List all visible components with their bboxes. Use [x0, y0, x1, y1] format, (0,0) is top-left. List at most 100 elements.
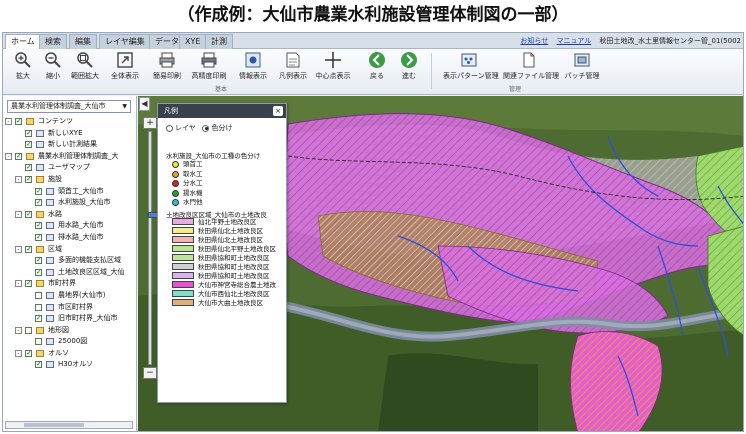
screen: （作成例：大仙市農業水利施設管理体制図の一部） ホーム 検索 編集 レイヤ編集 …	[0, 0, 746, 434]
tree-expander[interactable]: -	[15, 175, 22, 183]
scrollbar-thumb[interactable]	[24, 423, 84, 427]
info-display-button[interactable]: 情報表示	[235, 51, 271, 83]
tree-node[interactable]: 新しい計測結果	[5, 139, 135, 151]
layer-checkbox[interactable]	[15, 116, 22, 128]
chevron-down-icon: ▼	[122, 103, 127, 110]
tree-node[interactable]: 土地改良区区域_大仙	[5, 267, 135, 278]
tree-node[interactable]: - オルソ	[5, 348, 135, 359]
tree-expander[interactable]: -	[5, 152, 12, 160]
manual-link[interactable]: マニュアル	[557, 37, 592, 45]
layer-checkbox[interactable]	[35, 313, 42, 325]
legend-display-button[interactable]: 凡例表示	[275, 51, 311, 83]
tree-node[interactable]: - コンテンツ	[5, 116, 135, 128]
layer-checkbox[interactable]	[15, 151, 22, 162]
tree-node[interactable]: 排水路_大仙市	[5, 232, 135, 244]
tree-expander[interactable]: -	[15, 280, 22, 288]
back-button[interactable]: 戻る	[359, 51, 395, 83]
tree-node[interactable]: - 市町村界	[5, 278, 135, 290]
tree-node[interactable]: 農地界(大仙市)	[5, 290, 135, 302]
layer-checkbox[interactable]	[25, 278, 32, 290]
display-pattern-button[interactable]: 表示パターン管理	[443, 51, 499, 83]
layer-checkbox[interactable]	[25, 209, 32, 220]
radio-layer[interactable]	[166, 124, 173, 132]
zoom-area-icon	[77, 52, 93, 68]
layer-checkbox[interactable]	[35, 197, 42, 209]
zoom-in-icon	[15, 52, 31, 68]
tab-search[interactable]: 検索	[39, 34, 67, 49]
layer-checkbox[interactable]	[25, 244, 32, 255]
panel-collapse-button[interactable]: ◀	[139, 97, 150, 111]
tree-node[interactable]: H30オルソ	[5, 359, 135, 371]
legend-icon	[286, 52, 300, 68]
tree-node[interactable]: - 水路	[5, 209, 135, 220]
printer-icon	[159, 52, 175, 68]
project-select[interactable]: 農業水利管理体制調査_大仙市 ▼	[7, 100, 131, 113]
layer-icon	[46, 291, 54, 299]
zoom-area-button[interactable]: 範囲拡大	[67, 51, 103, 83]
layer-checkbox[interactable]	[35, 291, 42, 299]
tree-node[interactable]: 旧市町村界_大仙市	[5, 313, 135, 325]
folder-icon	[36, 326, 44, 334]
layer-checkbox[interactable]	[35, 303, 42, 311]
back-arrow-icon	[369, 52, 385, 68]
layer-checkbox[interactable]	[25, 348, 32, 359]
layer-checkbox[interactable]	[35, 255, 42, 267]
layer-checkbox[interactable]	[35, 232, 42, 244]
zoom-slider[interactable]: + −	[143, 117, 162, 379]
tree-node[interactable]: 25000図	[5, 336, 135, 348]
forward-button[interactable]: 進む	[391, 51, 427, 83]
tree-node-label: 新しい計測結果	[48, 140, 97, 149]
layer-checkbox[interactable]	[35, 338, 42, 346]
tree-node[interactable]: 水利施設_大仙市	[5, 197, 135, 209]
tree-expander[interactable]: -	[15, 245, 22, 253]
zoom-track[interactable]	[148, 131, 162, 365]
notice-link[interactable]: お知らせ	[520, 37, 548, 45]
zoom-minus-button[interactable]: −	[143, 367, 157, 379]
tree-expander[interactable]: -	[5, 118, 12, 125]
gis-app-window: ホーム 検索 編集 レイヤ編集 データ XYE 計測 お知らせ マニュアル 秋田…	[2, 32, 744, 432]
radio-color[interactable]	[202, 124, 210, 132]
tree-node[interactable]: 多面的機能支払区域	[5, 255, 135, 267]
layer-checkbox[interactable]	[25, 326, 32, 334]
hq-print-button[interactable]: 高精度印刷	[191, 51, 227, 83]
zoom-out-button[interactable]: 縮小	[35, 51, 71, 83]
tree-node[interactable]: - 農業水利管理体制調査_大	[5, 151, 135, 162]
patch-icon	[574, 53, 590, 67]
center-point-button[interactable]: 中心点表示	[315, 51, 351, 83]
tree-node[interactable]: - 施設	[5, 174, 135, 186]
layer-checkbox[interactable]	[25, 128, 32, 139]
horizontal-scrollbar[interactable]	[5, 421, 133, 429]
layer-checkbox[interactable]	[35, 220, 42, 232]
tree-node[interactable]: - 地形図	[5, 325, 135, 337]
tool-label: 進む	[402, 72, 416, 80]
layer-checkbox[interactable]	[35, 186, 42, 197]
tab-home[interactable]: ホーム	[5, 34, 41, 49]
close-icon[interactable]: ×	[273, 106, 283, 116]
tree-node[interactable]: - 区域	[5, 244, 135, 255]
layer-checkbox[interactable]	[25, 162, 32, 174]
tab-layer-edit[interactable]: レイヤ編集	[99, 34, 151, 49]
tree-node[interactable]: 用水路_大仙市	[5, 220, 135, 232]
tree-node[interactable]: 新しいXYE	[5, 128, 135, 139]
tree-node[interactable]: ユーザマップ	[5, 162, 135, 174]
layer-checkbox[interactable]	[35, 359, 42, 371]
layer-checkbox[interactable]	[25, 174, 32, 186]
tab-xye[interactable]: XYE	[179, 34, 207, 49]
tree-node[interactable]: 頭首工_大仙市	[5, 186, 135, 197]
tree-node[interactable]: 市区町村界	[5, 302, 135, 314]
layer-checkbox[interactable]	[35, 267, 42, 278]
full-extent-button[interactable]: 全体表示	[107, 51, 143, 83]
related-files-button[interactable]: 関連ファイル管理	[503, 51, 559, 83]
tree-node-label: 多面的機能支払区域	[58, 256, 121, 265]
tree-expander[interactable]: -	[15, 349, 22, 357]
tree-expander[interactable]: -	[15, 326, 22, 334]
tab-measure[interactable]: 計測	[205, 34, 233, 49]
tab-edit[interactable]: 編集	[69, 34, 97, 49]
tree-expander[interactable]: -	[15, 210, 22, 218]
ribbon-tabs: ホーム 検索 編集 レイヤ編集 データ XYE 計測 お知らせ マニュアル 秋田…	[3, 33, 743, 49]
zoom-plus-button[interactable]: +	[143, 117, 157, 129]
simple-print-button[interactable]: 簡易印刷	[149, 51, 185, 83]
layer-icon	[36, 164, 44, 172]
patch-manage-button[interactable]: パッチ管理	[561, 51, 603, 83]
layer-checkbox[interactable]	[25, 139, 32, 151]
